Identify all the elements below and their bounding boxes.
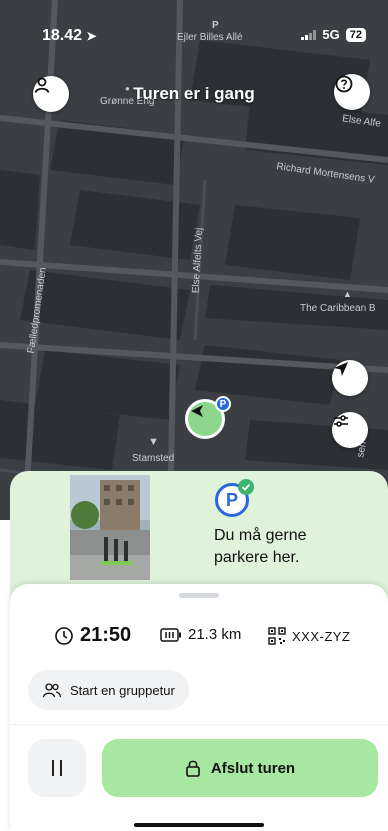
battery-icon xyxy=(160,627,181,642)
question-icon xyxy=(335,75,353,93)
cocktail-poi-icon: ▼ xyxy=(148,436,159,448)
checkmark-icon xyxy=(238,479,254,495)
divider xyxy=(10,724,388,725)
recenter-button[interactable] xyxy=(332,360,368,396)
trip-range-value: 21.3 km xyxy=(188,626,242,643)
trip-stats: 21:50 21.3 km XXX-ZYZ xyxy=(10,624,388,650)
network-label: 5G xyxy=(322,27,340,42)
end-ride-button[interactable]: Afslut turen xyxy=(102,739,378,797)
start-group-ride-label: Start en gruppetur xyxy=(70,682,175,698)
clock-icon xyxy=(55,626,73,645)
group-icon xyxy=(42,683,62,698)
map-label-p: P xyxy=(212,20,219,31)
sheet-drag-handle[interactable] xyxy=(179,593,219,598)
vehicle-code: XXX-ZYZ xyxy=(268,627,350,645)
map-label-ejler-billes-alle: Ejler Billes Allé xyxy=(177,32,243,43)
lock-icon xyxy=(186,760,200,777)
venue-poi-icon: ▲ xyxy=(343,289,352,299)
trip-range: 21.3 km xyxy=(160,626,241,643)
trip-time: 21:50 xyxy=(54,624,131,647)
parking-spot-photo xyxy=(70,475,150,580)
pause-button[interactable] xyxy=(28,739,86,797)
pause-icon xyxy=(52,760,54,776)
heading-arrow-icon xyxy=(191,405,203,417)
filter-button[interactable] xyxy=(332,412,368,448)
location-arrow-icon: ➤ xyxy=(86,29,97,43)
parking-message: Du må gerne parkere her. xyxy=(214,527,307,566)
map-view[interactable]: P Ejler Billes Allé Grønne Eng Else Alfe… xyxy=(0,0,388,520)
trip-time-value: 21:50 xyxy=(80,624,132,646)
battery-indicator: 72 xyxy=(345,27,366,42)
home-indicator xyxy=(134,823,264,827)
help-button[interactable] xyxy=(334,74,370,110)
parking-badge-icon: P xyxy=(215,396,231,412)
end-ride-label: Afslut turen xyxy=(210,759,296,777)
navigation-arrow-icon xyxy=(334,362,348,376)
trip-bottom-sheet: 21:50 21.3 km XXX-ZYZ Start en gruppetur… xyxy=(10,584,388,831)
qr-code-icon xyxy=(268,627,286,645)
signal-icon xyxy=(301,29,317,40)
parking-photo-image xyxy=(70,475,150,580)
status-time-text: 18.42 xyxy=(42,27,83,44)
vehicle-code-value: XXX-ZYZ xyxy=(292,628,351,644)
sliders-icon xyxy=(334,415,348,427)
status-indicators: 5G 72 xyxy=(301,27,366,42)
status-time: 18.42 ➤ xyxy=(42,27,97,45)
start-group-ride-button[interactable]: Start en gruppetur xyxy=(28,670,189,710)
ride-status-title: Turen er i gang xyxy=(133,84,255,103)
map-label-stamsted: Stamsted xyxy=(132,453,175,464)
map-label-caribbean: The Caribbean B xyxy=(300,303,376,314)
